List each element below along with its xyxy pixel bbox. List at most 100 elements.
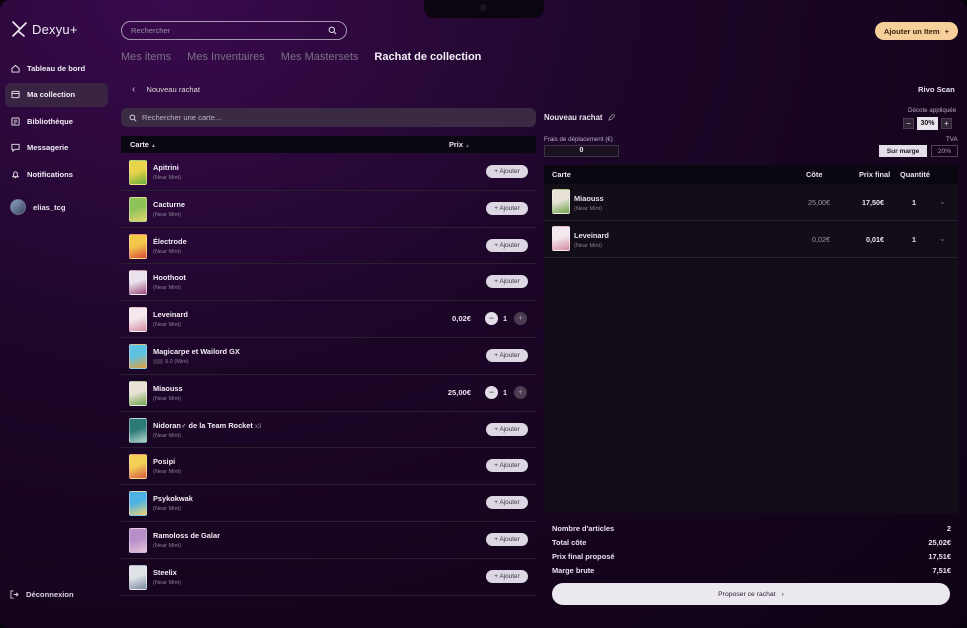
card-condition-text: (Near Mint) bbox=[153, 432, 181, 439]
card-row[interactable]: Apitrini (Near Mint) + Ajouter bbox=[121, 154, 536, 191]
sidebar-item-message[interactable]: Messagerie bbox=[5, 136, 108, 160]
chevron-down-icon[interactable]: ⌄ bbox=[939, 197, 946, 206]
chevron-down-icon[interactable]: ⌄ bbox=[939, 234, 946, 243]
summary-value: 25,02€ bbox=[928, 537, 951, 547]
sur-marge-toggle[interactable]: Sur marge bbox=[879, 145, 927, 157]
rivo-scan-link[interactable]: Rivo Scan bbox=[918, 85, 955, 94]
add-card-button[interactable]: + Ajouter bbox=[486, 532, 528, 546]
card-name-text: Leveinard bbox=[153, 310, 188, 320]
card-name-text: Nidoran♂ de la Team Rocket bbox=[153, 420, 253, 430]
card-price: 0,02€ bbox=[451, 314, 471, 324]
add-item-label: Ajouter un Item bbox=[883, 26, 940, 36]
tab-0[interactable]: Mes items bbox=[121, 51, 171, 63]
card-row[interactable]: Nidoran♂ de la Team Rocket x3 (Near Mint)… bbox=[121, 412, 536, 449]
card-thumbnail bbox=[129, 417, 147, 443]
global-search-input[interactable] bbox=[131, 26, 321, 35]
summary-value: 7,51€ bbox=[932, 565, 952, 575]
decote-value[interactable]: 30% bbox=[917, 117, 938, 130]
grade-badge bbox=[153, 359, 163, 364]
sidebar-item-bell[interactable]: Notifications bbox=[5, 162, 108, 186]
app-window: Dexyu+ Tableau de bord Ma collection Bibli… bbox=[0, 0, 967, 628]
sidebar-item-collection[interactable]: Ma collection bbox=[5, 82, 108, 107]
tab-2[interactable]: Mes Mastersets bbox=[281, 51, 359, 63]
card-thumbnail bbox=[129, 233, 147, 259]
selected-card-final-price[interactable]: 0,01€ bbox=[844, 235, 884, 244]
app-logo[interactable]: Dexyu+ bbox=[10, 20, 78, 38]
card-name-text: Steelix bbox=[153, 567, 177, 577]
card-thumbnail bbox=[129, 160, 147, 185]
tva-20-toggle[interactable]: 20% bbox=[931, 145, 958, 157]
card-row[interactable]: Posipi (Near Mint) + Ajouter bbox=[121, 448, 536, 486]
selected-card-name: Miaouss bbox=[574, 194, 604, 203]
bell-icon bbox=[11, 170, 20, 179]
card-name: Électrode bbox=[153, 237, 187, 246]
add-card-button[interactable]: + Ajouter bbox=[486, 201, 528, 215]
frais-label: Frais de déplacement (€) bbox=[544, 136, 613, 143]
card-row[interactable]: Cacturne (Near Mint) + Ajouter bbox=[121, 191, 536, 228]
card-condition-text: (Near Mint) bbox=[153, 469, 181, 476]
card-row[interactable]: Ramoloss de Galar (Near Mint) + Ajouter bbox=[121, 522, 536, 559]
selected-card-condition: (Near Mint) bbox=[574, 206, 602, 212]
logout-link[interactable]: Déconnexion bbox=[10, 590, 74, 599]
sidebar-item-home[interactable]: Tableau de bord bbox=[5, 56, 108, 80]
quantity-minus-button[interactable]: − bbox=[485, 385, 498, 399]
add-card-button[interactable]: + Ajouter bbox=[486, 165, 528, 178]
card-row[interactable]: Électrode (Near Mint) + Ajouter bbox=[121, 228, 536, 265]
card-condition-text: (Near Mint) bbox=[153, 285, 181, 292]
add-card-button[interactable]: + Ajouter bbox=[486, 238, 528, 252]
sort-icon: ▲ bbox=[465, 143, 470, 149]
add-card-button[interactable]: + Ajouter bbox=[486, 569, 528, 583]
card-row[interactable]: Miaouss (Near Mint) 25,00€ −1 + bbox=[121, 375, 536, 412]
global-search[interactable] bbox=[121, 21, 347, 40]
card-search-input[interactable] bbox=[142, 113, 522, 122]
selected-card-quantity[interactable]: 1 bbox=[912, 235, 916, 244]
card-row[interactable]: Steelix (Near Mint) + Ajouter bbox=[121, 559, 536, 596]
app-name: Dexyu+ bbox=[32, 21, 78, 37]
summary-label: Prix final proposé bbox=[552, 551, 615, 561]
add-card-button[interactable]: + Ajouter bbox=[486, 348, 528, 362]
pencil-icon[interactable] bbox=[607, 114, 615, 121]
card-name: Cacturne bbox=[153, 200, 185, 209]
sort-card-header[interactable]: Carte ▲ bbox=[130, 140, 156, 149]
decote-minus-button[interactable]: − bbox=[903, 118, 914, 129]
decote-control: − 30% + bbox=[903, 117, 952, 130]
summary-row: Marge brute 7,51€ bbox=[552, 563, 951, 577]
selected-row[interactable]: Miaouss (Near Mint) 25,00€ 17,50€ 1 ⌄ bbox=[544, 184, 958, 221]
add-card-button[interactable]: + Ajouter bbox=[486, 459, 528, 473]
add-card-button[interactable]: + Ajouter bbox=[486, 422, 528, 436]
add-card-button[interactable]: + Ajouter bbox=[486, 496, 528, 510]
card-row[interactable]: Hoothoot (Near Mint) + Ajouter bbox=[121, 264, 536, 302]
sidebar-item-label: Messagerie bbox=[27, 143, 69, 152]
card-condition: (Near Mint) bbox=[153, 249, 181, 255]
add-item-button[interactable]: Ajouter un Item + bbox=[875, 22, 958, 40]
sort-price-header[interactable]: Prix ▲ bbox=[449, 140, 470, 149]
quantity-plus-button[interactable]: + bbox=[514, 312, 527, 326]
sidebar-item-library[interactable]: Bibliothèque bbox=[5, 109, 108, 133]
summary-row: Nombre d'articles 2 bbox=[552, 521, 951, 535]
chevron-left-icon[interactable]: ‹ bbox=[132, 84, 135, 95]
card-row[interactable]: Magicarpe et Wailord GX 9.0 (Mint) + Ajout… bbox=[121, 338, 536, 375]
selected-card-final-price[interactable]: 17,50€ bbox=[844, 198, 884, 207]
tab-3[interactable]: Rachat de collection bbox=[374, 51, 481, 63]
tab-1[interactable]: Mes Inventaires bbox=[187, 51, 265, 63]
card-condition-text: (Near Mint) bbox=[153, 395, 181, 402]
search-icon[interactable] bbox=[328, 26, 337, 35]
quantity-minus-button[interactable]: − bbox=[485, 312, 498, 326]
propose-button[interactable]: Proposer ce rachat › bbox=[552, 583, 950, 605]
card-name: Psykokwak bbox=[153, 494, 193, 503]
back-nav[interactable]: ‹ Nouveau rachat bbox=[132, 84, 200, 95]
selected-card-quantity[interactable]: 1 bbox=[912, 198, 916, 207]
card-search[interactable] bbox=[121, 108, 536, 127]
card-row[interactable]: Leveinard (Near Mint) 0,02€ −1 + bbox=[121, 301, 536, 338]
decote-plus-button[interactable]: + bbox=[941, 118, 952, 129]
card-row[interactable]: Psykokwak (Near Mint) + Ajouter bbox=[121, 485, 536, 522]
user-profile[interactable]: elias_tcg bbox=[10, 199, 66, 215]
frais-input[interactable]: 0 bbox=[544, 145, 619, 157]
card-name: Apitrini bbox=[153, 163, 179, 172]
selected-row[interactable]: Leveinard (Near Mint) 0,02€ 0,01€ 1 ⌄ bbox=[544, 221, 958, 258]
quantity-plus-button[interactable]: + bbox=[514, 385, 527, 399]
col-qty-header: Quantité bbox=[900, 170, 930, 179]
summary-row: Total côte 25,02€ bbox=[552, 535, 951, 549]
add-card-button[interactable]: + Ajouter bbox=[486, 275, 528, 289]
summary-label: Total côte bbox=[552, 537, 587, 547]
